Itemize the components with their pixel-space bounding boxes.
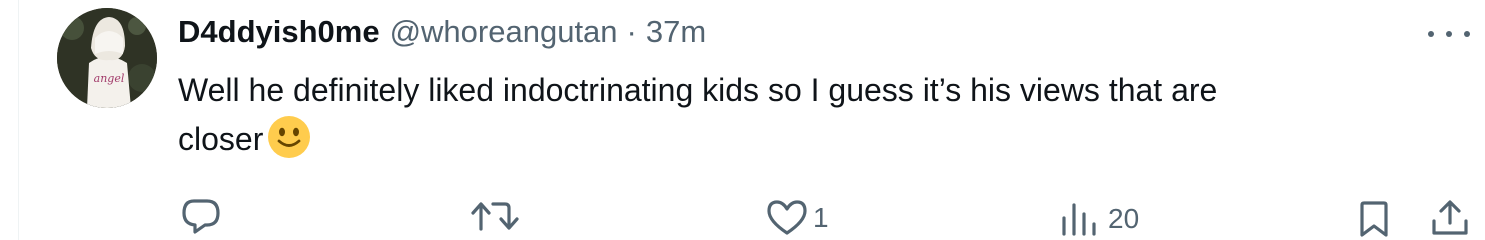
avatar-text: angel [94,72,125,85]
views-count: 20 [1108,203,1140,234]
separator-dot: · [626,14,637,49]
tweet-text-line-2: closer [178,121,264,157]
timestamp[interactable]: 37m [646,14,706,50]
retweet-button[interactable] [471,199,519,233]
like-count: 1 [813,202,829,233]
slightly-smiling-face-icon [267,115,311,159]
more-dot-icon [1446,31,1452,37]
more-dot-icon [1464,31,1470,37]
user-handle[interactable]: @whoreangutan [390,14,618,50]
reply-icon [182,199,220,234]
tweet-header: D4ddyish0me @whoreangutan · 37m [178,12,706,52]
like-button[interactable]: 1 [765,199,829,237]
bookmark-icon [1360,201,1388,237]
more-options-button[interactable] [1428,24,1470,44]
tweet-text-line-1: Well he definitely liked indoctrinating … [178,72,1218,108]
reply-button[interactable] [181,197,221,235]
display-name[interactable]: D4ddyish0me [178,14,380,50]
heart-icon [767,200,807,235]
share-icon [1432,200,1468,235]
more-dot-icon [1428,31,1434,37]
views-button[interactable]: 20 [1060,200,1139,238]
views-icon [1062,203,1096,236]
bookmark-button[interactable] [1357,200,1391,238]
retweet-icon [471,202,519,231]
tweet-text: Well he definitely liked indoctrinating … [178,66,1438,164]
avatar-image: angel [57,8,157,108]
share-button[interactable] [1430,199,1470,237]
avatar[interactable]: angel [57,8,157,108]
tweet[interactable]: angel D4ddyish0me @whoreangutan · 37m We… [0,0,1485,240]
